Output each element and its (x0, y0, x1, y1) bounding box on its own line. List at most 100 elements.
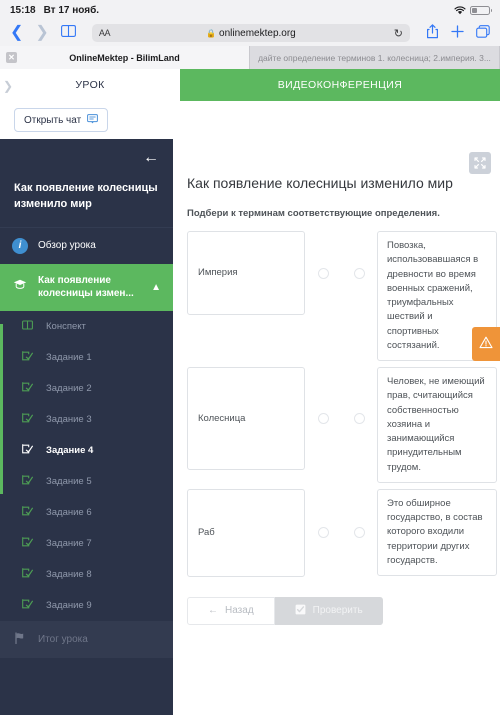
sidebar-subitem-2-label: Задание 2 (46, 382, 92, 394)
lesson-body: ← Как появление колесницы изменило мир i… (0, 139, 500, 715)
task-instruction: Подбери к терминам соответствующие опред… (187, 208, 440, 220)
term-card-0-text: Империя (198, 267, 238, 279)
back-icon[interactable]: ❮ (10, 25, 23, 41)
status-time: 15:18 (10, 4, 36, 16)
sidebar-subitem-9[interactable]: Задание 9 (0, 590, 173, 621)
sidebar-subitem-8[interactable]: Задание 8 (0, 559, 173, 590)
definition-card-2-text: Это обширное государство, в состав котор… (387, 497, 483, 566)
task-check-icon (22, 382, 36, 395)
task-check-icon (22, 351, 36, 364)
connector-dot-icon[interactable] (317, 527, 329, 539)
sidebar-back-button[interactable]: ← (0, 139, 173, 177)
sidebar-subitem-5[interactable]: Задание 5 (0, 466, 173, 497)
chevron-up-icon: ▲ (151, 281, 161, 293)
sidebar-subitem-3-label: Задание 3 (46, 413, 92, 425)
term-card-1[interactable]: Колесница (187, 367, 305, 471)
flag-icon (12, 632, 28, 647)
arrow-left-icon: ← (208, 605, 218, 617)
sidebar-subitem-0[interactable]: Конспект (0, 311, 173, 342)
term-card-0[interactable]: Империя (187, 231, 305, 316)
task-check-icon (22, 537, 36, 550)
chat-icon (87, 113, 99, 127)
sidebar-item-lesson-result-label: Итог урока (38, 633, 88, 645)
open-chat-button[interactable]: Открыть чат (14, 108, 109, 132)
sidebar-subitem-2[interactable]: Задание 2 (0, 373, 173, 404)
sidebar-subitem-5-label: Задание 5 (46, 475, 92, 487)
graduation-cap-icon (12, 279, 28, 295)
definition-card-1[interactable]: Человек, не имеющий прав, считающийся со… (377, 367, 497, 483)
connector-dot-icon[interactable] (317, 413, 329, 425)
term-connector-1[interactable] (305, 367, 341, 470)
term-card-1-text: Колесница (198, 412, 246, 424)
sidebar-subitem-4[interactable]: Задание 4 (0, 435, 173, 466)
connector-dot-icon[interactable] (353, 413, 365, 425)
definition-connector-0[interactable] (341, 231, 377, 315)
task-check-icon (22, 506, 36, 519)
sidebar-subitem-4-label: Задание 4 (46, 444, 94, 456)
check-button[interactable]: Проверить (274, 596, 383, 625)
task-check-icon (22, 599, 36, 612)
task-check-icon (22, 568, 36, 581)
term-card-2-text: Раб (198, 526, 215, 538)
bookmarks-icon[interactable] (60, 24, 76, 42)
definition-card-2[interactable]: Это обширное государство, в состав котор… (377, 488, 497, 577)
address-bar[interactable]: AA 🔒 onlinemektep.org ↻ (91, 24, 410, 42)
lesson-content: Как появление колесницы изменило мир Под… (173, 139, 500, 715)
forward-icon[interactable]: ❯ (35, 25, 48, 41)
plus-icon[interactable] (451, 25, 464, 41)
tab-urok[interactable]: УРОК (0, 69, 180, 101)
task-check-icon (22, 444, 36, 457)
page-title: Как появление колесницы изменило мир (187, 175, 453, 191)
sidebar-subitem-7[interactable]: Задание 7 (0, 528, 173, 559)
term-connector-2[interactable] (305, 489, 341, 577)
sidebar-subitem-1-label: Задание 1 (46, 351, 92, 363)
term-connector-0[interactable] (305, 231, 341, 315)
sidebar-subitem-6[interactable]: Задание 6 (0, 497, 173, 528)
active-group-indicator (0, 324, 3, 494)
open-chat-label: Открыть чат (24, 114, 82, 126)
connector-dot-icon[interactable] (317, 267, 329, 279)
report-problem-button[interactable] (472, 327, 500, 361)
browser-tab-0-title: OnlineMektep - BilimLand (69, 52, 180, 63)
url-text-wrap: 🔒 onlinemektep.org (92, 28, 410, 39)
task-check-icon (22, 475, 36, 488)
web-page: ❯ УРОК ВИДЕОКОНФЕРЕНЦИЯ Открыть чат ← Ка… (0, 69, 500, 715)
connector-dot-icon[interactable] (353, 527, 365, 539)
browser-tab-1-title: дайте определение терминов 1. колесница;… (258, 52, 491, 63)
check-button-label: Проверить (312, 605, 363, 617)
action-buttons: ← Назад Проверить (173, 583, 500, 625)
task-check-icon (22, 413, 36, 426)
sidebar-group-active[interactable]: Как появление колесницы измен... ▲ (0, 263, 173, 311)
connector-dot-icon[interactable] (353, 267, 365, 279)
sidebar-item-overview[interactable]: i Обзор урока (0, 226, 173, 264)
term-card-2[interactable]: Раб (187, 488, 305, 577)
browser-tab-0[interactable]: ✕ OnlineMektep - BilimLand (0, 46, 250, 69)
sidebar-subitem-3[interactable]: Задание 3 (0, 404, 173, 435)
reload-icon[interactable]: ↻ (394, 27, 403, 40)
tab-urok-label: УРОК (75, 79, 105, 91)
chat-bar: Открыть чат (0, 101, 500, 139)
fullscreen-icon[interactable] (469, 152, 491, 174)
back-button[interactable]: ← Назад (187, 596, 275, 625)
sidebar-subitem-1[interactable]: Задание 1 (0, 342, 173, 373)
status-right (454, 5, 492, 15)
status-date: Вт 17 нояб. (43, 4, 100, 16)
sidebar-group-active-label: Как появление колесницы измен... (38, 274, 134, 300)
definition-connector-1[interactable] (341, 367, 377, 470)
tab-videoconference[interactable]: ВИДЕОКОНФЕРЕНЦИЯ (180, 69, 500, 101)
warning-triangle-icon (479, 336, 493, 352)
share-icon[interactable] (426, 24, 439, 42)
matching-row: Колесница Человек, не имеющий прав, счит… (187, 367, 500, 483)
matching-exercise: Империя Повозка, использовавшаяся в древ… (173, 219, 500, 577)
browser-tab-1[interactable]: дайте определение терминов 1. колесница;… (250, 46, 500, 69)
tabs-icon[interactable] (476, 25, 490, 41)
browser-toolbar: ❮ ❯ AA 🔒 onlinemektep.org ↻ (0, 20, 500, 46)
definition-connector-2[interactable] (341, 489, 377, 577)
sidebar-item-lesson-result[interactable]: Итог урока (0, 620, 173, 658)
browser-tab-bar: ✕ OnlineMektep - BilimLand дайте определ… (0, 46, 500, 69)
ios-status-bar: 15:18 Вт 17 нояб. (0, 0, 500, 20)
close-icon[interactable]: ✕ (6, 52, 17, 63)
matching-row: Империя Повозка, использовавшаяся в древ… (187, 231, 500, 362)
definition-card-0-text: Повозка, использовавшаяся в древности во… (387, 240, 479, 351)
sidebar-subitem-6-label: Задание 6 (46, 506, 92, 518)
